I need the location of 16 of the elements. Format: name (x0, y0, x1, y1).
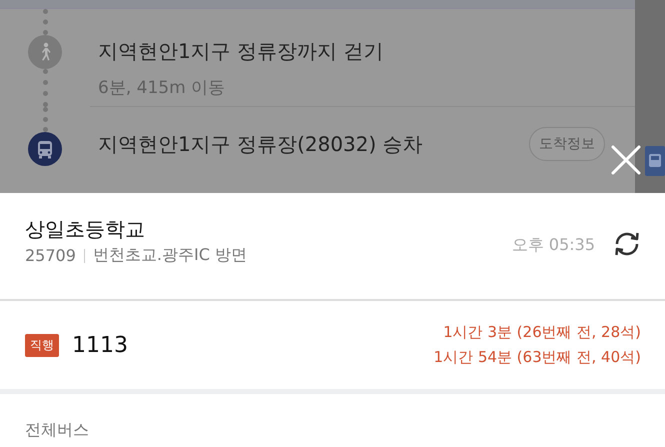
close-icon[interactable] (611, 145, 641, 175)
step-title: 지역현안1지구 정류장(28032) 승차 (98, 131, 423, 158)
stop-number: 25709 (25, 246, 76, 265)
stop-direction: 번천초교.광주IC 방면 (92, 245, 247, 266)
arrival-time: 1시간 54분 (63번째 전, 40석) (434, 348, 641, 367)
section-label: 전체버스 (25, 420, 89, 439)
update-time: 오후 05:35 (512, 235, 595, 256)
bus-number: 1113 (72, 332, 129, 358)
route-type-badge: 직행 (25, 334, 59, 356)
arrival-info-button[interactable]: 도착정보 (529, 127, 605, 161)
step-title: 지역현안1지구 정류장까지 걷기 (98, 38, 384, 65)
step-detail: 6분, 415m 이동 (98, 77, 226, 99)
arrival-time: 1시간 3분 (26번째 전, 28석) (443, 323, 641, 342)
bus-stop-icon (645, 146, 665, 176)
stop-name: 상일초등학교 (25, 216, 146, 243)
bus-icon (28, 132, 62, 166)
